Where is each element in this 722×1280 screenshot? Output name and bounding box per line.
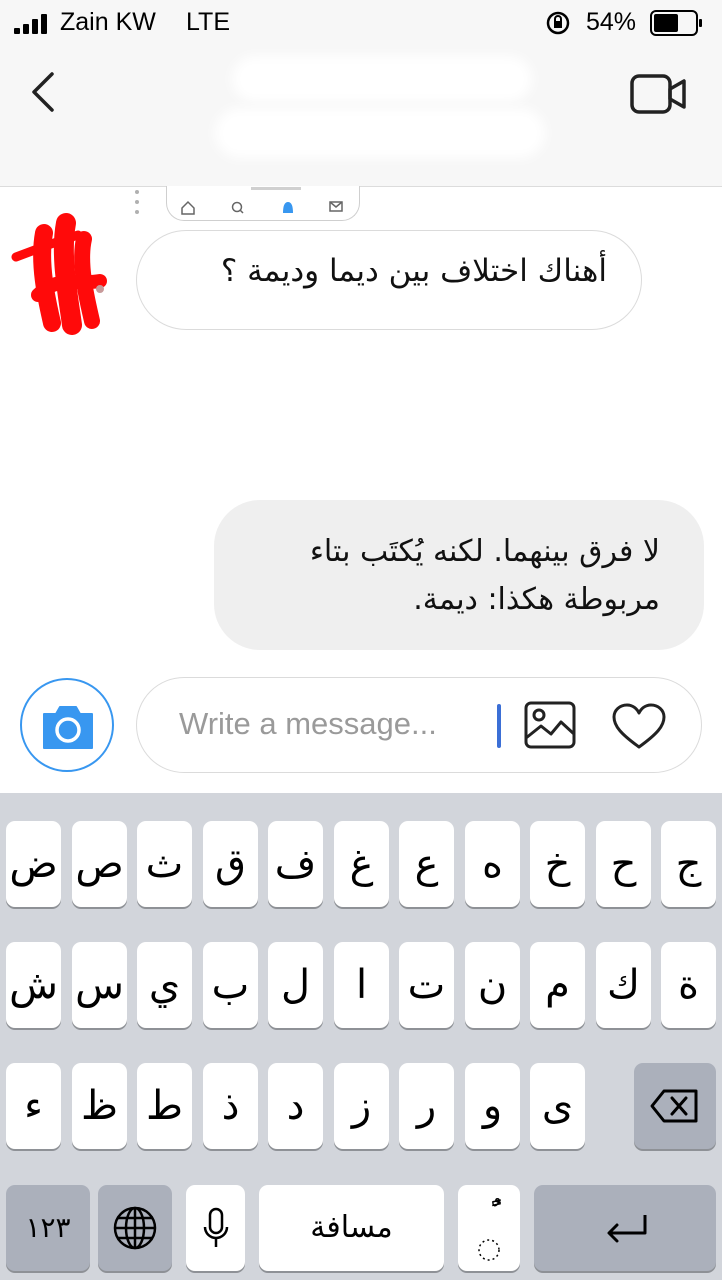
chat-header <box>0 46 722 187</box>
message-placeholder: Write a message... <box>179 706 437 741</box>
key[interactable]: ى <box>530 1063 585 1149</box>
key[interactable]: د <box>268 1063 323 1149</box>
battery-percent: 54% <box>586 8 637 36</box>
status-bar: Zain KW LTE 54% <box>0 0 722 46</box>
key[interactable]: ز <box>334 1063 389 1149</box>
key[interactable]: ث <box>137 821 192 907</box>
camera-icon <box>43 706 93 749</box>
return-icon <box>607 1215 647 1243</box>
key[interactable]: ع <box>399 821 454 907</box>
globe-key[interactable] <box>98 1185 172 1271</box>
diacritics-label: ًٌ <box>458 1185 520 1245</box>
return-key[interactable] <box>534 1185 716 1271</box>
carrier-name: Zain KW <box>60 8 156 36</box>
key[interactable]: م <box>530 942 585 1028</box>
message-input[interactable]: Write a message... <box>136 677 702 773</box>
key[interactable]: غ <box>334 821 389 907</box>
gallery-icon[interactable] <box>523 700 577 750</box>
avatar[interactable] <box>8 205 112 337</box>
key[interactable]: ن <box>465 942 520 1028</box>
numbers-key[interactable]: ١٢٣ <box>6 1185 90 1271</box>
key[interactable]: ض <box>6 821 61 907</box>
key[interactable]: ك <box>596 942 651 1028</box>
preview-tab-icons <box>181 187 343 215</box>
key[interactable]: س <box>72 942 127 1028</box>
incoming-message[interactable]: أهناك اختلاف بين ديما وديمة ؟ <box>136 230 642 330</box>
text-cursor <box>497 704 501 748</box>
key[interactable]: ح <box>596 821 651 907</box>
space-key[interactable]: مسافة <box>259 1185 444 1271</box>
key[interactable]: ء <box>6 1063 61 1149</box>
chevron-left-icon[interactable] <box>26 70 62 114</box>
key[interactable]: ظ <box>72 1063 127 1149</box>
key[interactable]: ب <box>203 942 258 1028</box>
battery-icon <box>650 10 702 36</box>
globe-icon <box>113 1206 157 1250</box>
key[interactable]: ش <box>6 942 61 1028</box>
key[interactable]: ق <box>203 821 258 907</box>
microphone-icon <box>203 1207 228 1247</box>
key[interactable]: خ <box>530 821 585 907</box>
key[interactable]: ذ <box>203 1063 258 1149</box>
redacted-username <box>232 56 532 102</box>
backspace-icon <box>650 1089 698 1123</box>
network-type: LTE <box>186 8 230 36</box>
backspace-key[interactable] <box>634 1063 716 1149</box>
orientation-lock-icon <box>546 11 570 35</box>
shared-post-preview[interactable] <box>166 186 360 221</box>
diacritics-key[interactable]: ًٌ <box>458 1185 520 1271</box>
key[interactable]: ص <box>72 821 127 907</box>
key[interactable]: ل <box>268 942 323 1028</box>
key[interactable]: ة <box>661 942 716 1028</box>
key[interactable]: ت <box>399 942 454 1028</box>
dictation-key[interactable] <box>186 1185 245 1271</box>
signal-strength-icon <box>14 14 54 34</box>
camera-button[interactable] <box>20 678 114 772</box>
key[interactable]: ج <box>661 821 716 907</box>
key[interactable]: ي <box>137 942 192 1028</box>
key[interactable]: ه <box>465 821 520 907</box>
outgoing-message[interactable]: لا فرق بينهما. لكنه يُكتَب بتاء مربوطة ه… <box>214 500 704 650</box>
video-camera-icon[interactable] <box>628 72 688 116</box>
redacted-status <box>215 108 545 158</box>
key[interactable]: ط <box>137 1063 192 1149</box>
more-options-icon[interactable] <box>134 190 140 220</box>
key[interactable]: ف <box>268 821 323 907</box>
message-text: لا فرق بينهما. لكنه يُكتَب بتاء مربوطة ه… <box>309 534 660 617</box>
key[interactable]: ا <box>334 942 389 1028</box>
heart-icon[interactable] <box>611 702 667 752</box>
message-text: أهناك اختلاف بين ديما وديمة ؟ <box>220 253 607 289</box>
key[interactable]: و <box>465 1063 520 1149</box>
keyboard: ج ح خ ه ع غ ف ق ث ص ض ة ك م ن ت ا ل ب ي … <box>0 793 722 1280</box>
dotted-circle-icon <box>478 1239 500 1261</box>
key[interactable]: ر <box>399 1063 454 1149</box>
